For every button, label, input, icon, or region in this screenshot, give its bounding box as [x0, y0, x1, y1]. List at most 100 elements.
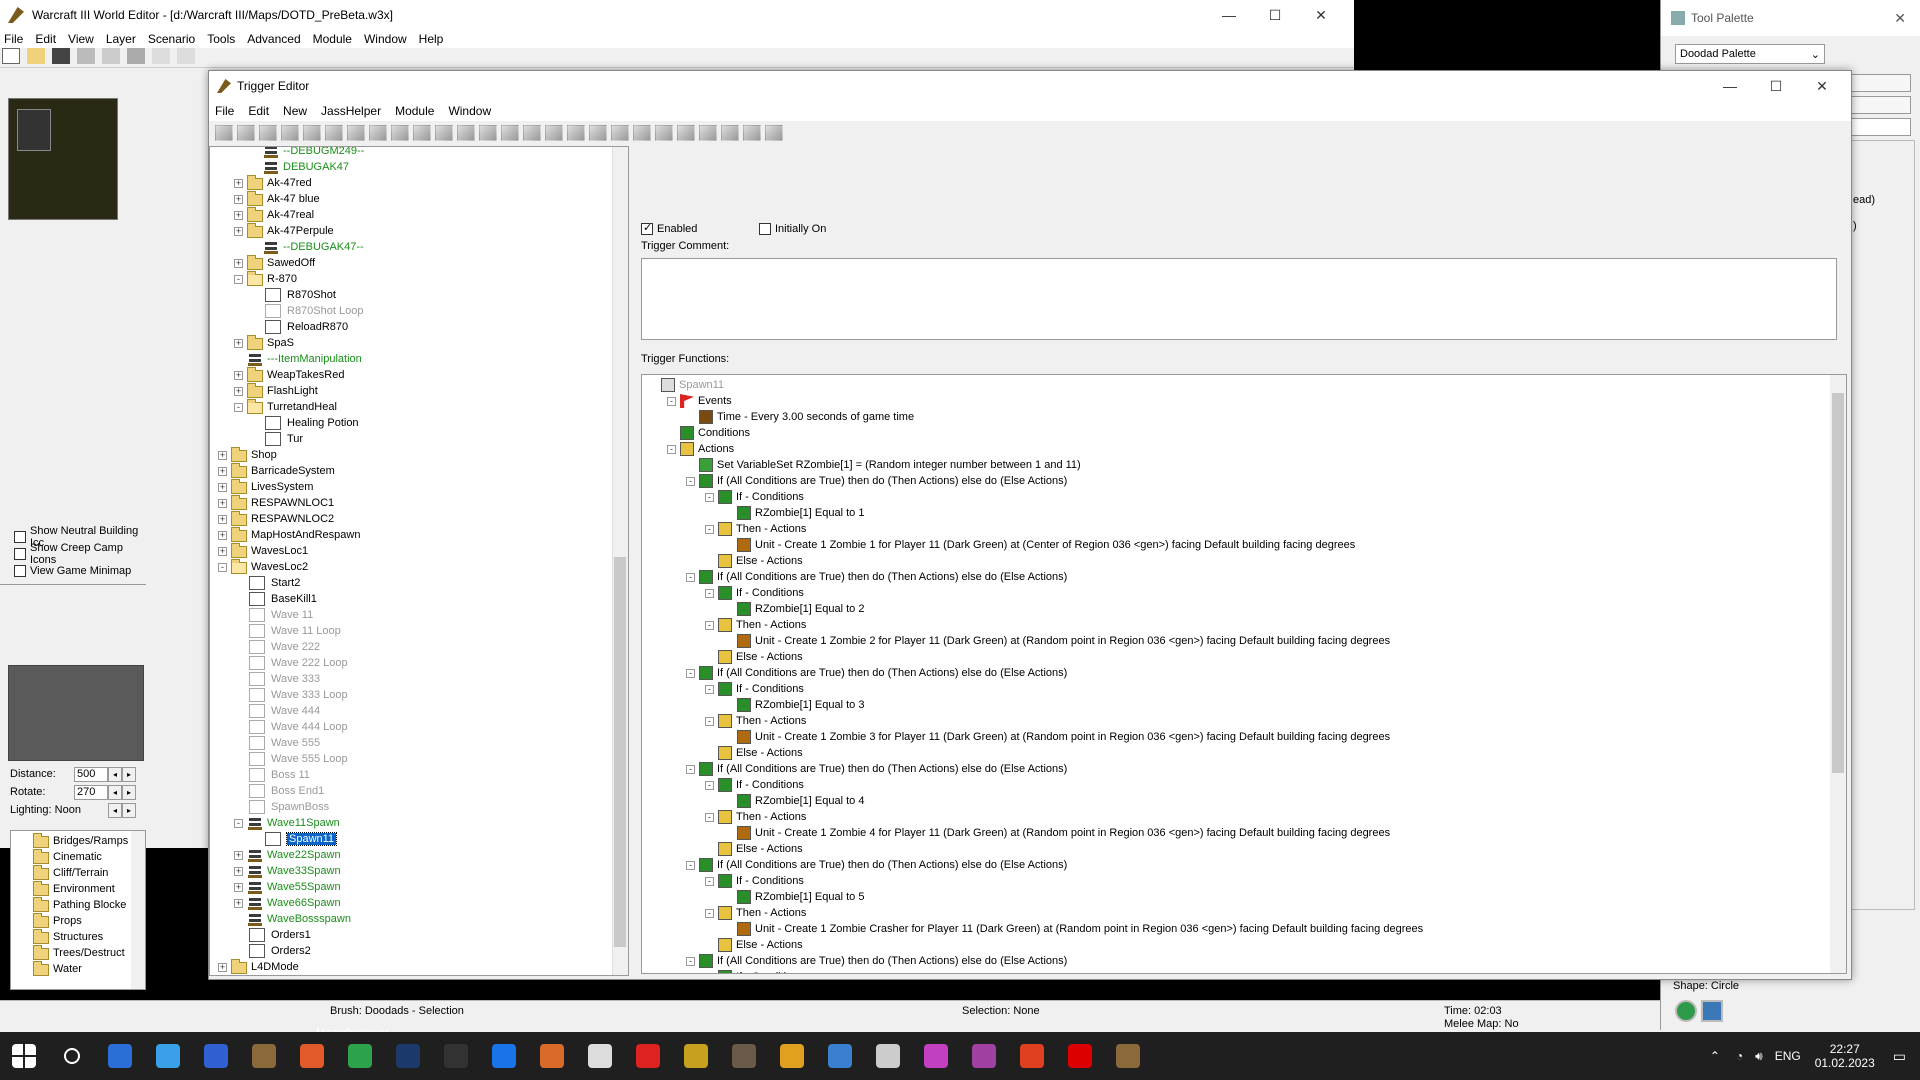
menu-tools[interactable]: Tools — [207, 32, 235, 46]
circle-brush-icon[interactable] — [1675, 1000, 1697, 1022]
function-item[interactable]: - Then - Actions — [705, 521, 806, 537]
palette-dropdown[interactable] — [1851, 74, 1911, 92]
taskbar-app[interactable] — [864, 1032, 912, 1080]
tree-item[interactable]: - TurretandHeal — [234, 399, 337, 415]
network-icon[interactable]: ◔ — [1736, 1049, 1743, 1063]
function-item[interactable]: Unit - Create 1 Zombie Crasher for Playe… — [724, 921, 1423, 937]
tree-item[interactable]: + Wave22Spawn — [234, 847, 341, 863]
cut-icon[interactable] — [281, 125, 299, 141]
expand-icon[interactable]: + — [234, 258, 243, 268]
menu-window[interactable]: Window — [364, 32, 407, 46]
sound-editor-icon[interactable] — [633, 125, 651, 141]
rotate-input[interactable] — [74, 784, 108, 800]
trigger-tree-scrollbar[interactable] — [612, 147, 628, 975]
collapse-icon[interactable]: - — [686, 860, 695, 870]
trigger-functions-tree[interactable]: Spawn11- Events Time - Every 3.00 seconds … — [641, 374, 1847, 974]
collapse-icon[interactable]: - — [667, 396, 676, 406]
expand-icon[interactable]: + — [234, 370, 243, 380]
tree-item[interactable]: + WeapTakesRed — [234, 367, 344, 383]
scroll-thumb[interactable] — [1832, 393, 1844, 773]
collapse-icon[interactable]: - — [667, 444, 676, 454]
redo-icon[interactable] — [177, 48, 196, 64]
search-button[interactable] — [48, 1032, 96, 1080]
expand-icon[interactable]: + — [218, 546, 227, 556]
collapse-icon[interactable]: - — [705, 876, 714, 886]
new-condition-icon[interactable] — [545, 125, 563, 141]
test-map-icon[interactable] — [501, 125, 519, 141]
tree-item[interactable]: + Wave33Spawn — [234, 863, 341, 879]
taskbar-app[interactable] — [192, 1032, 240, 1080]
palette-input[interactable] — [1851, 118, 1911, 136]
collapse-icon[interactable]: - — [686, 572, 695, 582]
tree-item[interactable]: Wave 444 Loop — [234, 719, 348, 735]
palette-dropdown[interactable] — [1851, 96, 1911, 114]
tree-item[interactable]: Wave 222 — [234, 639, 320, 655]
palette-select[interactable]: Doodad Palette ⌄ — [1675, 44, 1825, 64]
category-item[interactable]: Environment — [33, 881, 115, 897]
minimap[interactable] — [8, 98, 118, 220]
undo-icon[interactable] — [347, 125, 365, 141]
tree-item[interactable]: + MapHostAndRespawn — [218, 527, 360, 543]
expand-icon[interactable]: + — [234, 338, 243, 348]
collapse-icon[interactable]: - — [705, 780, 714, 790]
taskbar-app[interactable] — [1104, 1032, 1152, 1080]
taskbar-app[interactable] — [528, 1032, 576, 1080]
tree-item[interactable]: Wave 555 — [234, 735, 320, 751]
show-creep-camp-option[interactable]: Show Creep Camp Icons — [14, 542, 146, 566]
open-icon[interactable] — [237, 125, 255, 141]
expand-icon[interactable]: + — [218, 962, 227, 972]
tree-item[interactable]: Wave 555 Loop — [234, 751, 348, 767]
scroll-thumb[interactable] — [614, 557, 626, 947]
expand-icon[interactable]: + — [234, 898, 243, 908]
expand-icon[interactable]: + — [218, 450, 227, 460]
enabled-checkbox[interactable] — [641, 221, 653, 235]
menu-file[interactable]: File — [4, 32, 23, 46]
function-item[interactable]: RZombie[1] Equal to 3 — [724, 697, 864, 713]
enabled-option[interactable]: Enabled — [641, 220, 697, 237]
open-icon[interactable] — [27, 48, 46, 64]
expand-icon[interactable]: + — [218, 514, 227, 524]
tool-palette-title-bar[interactable]: Tool Palette ✕ — [1661, 0, 1920, 36]
expand-icon[interactable]: + — [234, 178, 243, 188]
menu-layer[interactable]: Layer — [106, 32, 136, 46]
tree-item[interactable]: ReloadR870 — [250, 319, 348, 335]
tree-item[interactable]: BaseKill1 — [234, 591, 317, 607]
notification-icon[interactable]: ▭ — [1893, 1048, 1906, 1065]
tree-item[interactable]: + LivesSystem — [218, 479, 313, 495]
minimize-icon[interactable]: — — [1206, 0, 1252, 30]
left-arrow-icon[interactable]: ◂ — [108, 802, 122, 818]
taskbar-app[interactable] — [816, 1032, 864, 1080]
left-arrow-icon[interactable]: ◂ — [108, 766, 122, 782]
tree-item[interactable]: Orders2 — [234, 943, 311, 959]
left-arrow-icon[interactable]: ◂ — [108, 784, 122, 800]
save-icon[interactable] — [259, 125, 277, 141]
tree-item[interactable]: + Wave66Spawn — [234, 895, 341, 911]
expand-icon[interactable]: + — [218, 498, 227, 508]
expand-icon[interactable]: + — [218, 466, 227, 476]
menu-advanced[interactable]: Advanced — [247, 32, 300, 46]
tree-item[interactable]: + SawedOff — [234, 255, 315, 271]
te-menu-new[interactable]: New — [283, 104, 307, 118]
new-event-icon[interactable] — [523, 125, 541, 141]
tree-item[interactable]: Healing Potion — [250, 415, 359, 431]
functions-scrollbar[interactable] — [1830, 375, 1846, 973]
taskbar-app[interactable] — [960, 1032, 1008, 1080]
tree-item[interactable]: + WavesLoc1 — [218, 543, 308, 559]
collapse-icon[interactable]: - — [705, 972, 714, 973]
collapse-icon[interactable]: - — [705, 716, 714, 726]
tree-item[interactable]: WaveBossspawn — [234, 911, 351, 927]
taskbar-app[interactable] — [240, 1032, 288, 1080]
menu-help[interactable]: Help — [419, 32, 444, 46]
function-item[interactable]: - Events — [667, 393, 732, 409]
category-item[interactable]: Props — [33, 913, 82, 929]
menu-scenario[interactable]: Scenario — [148, 32, 195, 46]
tree-item[interactable]: Wave 222 Loop — [234, 655, 348, 671]
square-brush-icon[interactable] — [1701, 1000, 1723, 1022]
tree-item[interactable]: + RESPAWNLOC2 — [218, 511, 334, 527]
collapse-icon[interactable]: - — [705, 588, 714, 598]
taskbar-app[interactable] — [480, 1032, 528, 1080]
taskbar-app[interactable] — [432, 1032, 480, 1080]
menu-view[interactable]: View — [68, 32, 94, 46]
close-icon[interactable]: ✕ — [1894, 10, 1906, 27]
function-item[interactable]: - If - Conditions — [705, 681, 804, 697]
